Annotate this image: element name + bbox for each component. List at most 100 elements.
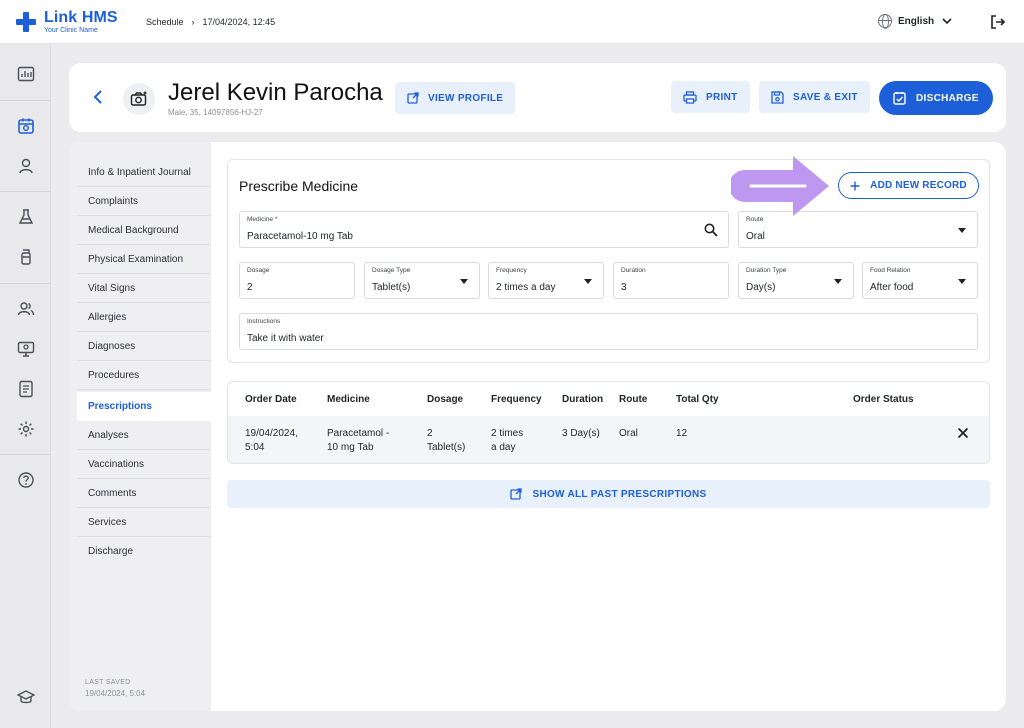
medicine-field[interactable]: Medicine * Paracetamol-10 mg Tab: [239, 211, 729, 248]
route-value: Oral: [746, 231, 765, 242]
main-panel: Info & Inpatient Journal Complaints Medi…: [69, 142, 1006, 711]
nav-services[interactable]: Services: [77, 508, 211, 537]
dosage-type-value: Tablet(s): [372, 282, 411, 293]
food-relation-select[interactable]: Food Relation After food: [862, 262, 978, 299]
nav-physical-examination[interactable]: Physical Examination: [77, 245, 211, 274]
orders-table: Order Date Medicine Dosage Frequency Dur…: [227, 381, 990, 464]
close-icon: [957, 427, 969, 439]
back-button[interactable]: [91, 89, 105, 110]
food-relation-value: After food: [870, 282, 914, 293]
breadcrumb-separator: ›: [191, 17, 195, 27]
nav-analyses[interactable]: Analyses: [77, 421, 211, 450]
last-saved-label: LAST SAVED: [85, 679, 131, 686]
bottle-icon: [20, 249, 31, 265]
dosage-type-label: Dosage Type: [372, 267, 411, 274]
patient-name: Jerel Kevin Parocha: [168, 79, 383, 106]
save-icon: [771, 90, 784, 104]
duration-type-select[interactable]: Duration Type Day(s): [738, 262, 854, 299]
discharge-button[interactable]: DISCHARGE: [879, 81, 993, 115]
frequency-label: Frequency: [496, 267, 527, 274]
add-new-record-label: ADD NEW RECORD: [870, 180, 967, 191]
calendar-icon: [17, 118, 34, 134]
camera-plus-icon: [130, 91, 147, 106]
section-nav: Info & Inpatient Journal Complaints Medi…: [69, 142, 211, 711]
nav-comments[interactable]: Comments: [77, 479, 211, 508]
duration-value: 3: [621, 282, 627, 293]
last-saved-value: 19/04/2024, 5:04: [85, 689, 146, 698]
view-profile-button[interactable]: VIEW PROFILE: [395, 82, 516, 114]
nav-vaccinations[interactable]: Vaccinations: [77, 450, 211, 479]
view-profile-label: VIEW PROFILE: [428, 92, 504, 104]
nav-info-journal[interactable]: Info & Inpatient Journal: [77, 158, 211, 187]
highlight-arrow-icon: [731, 156, 829, 216]
patient-photo-button[interactable]: [123, 83, 155, 115]
search-icon[interactable]: [704, 223, 718, 237]
external-link-icon: [407, 92, 419, 104]
rail-reports[interactable]: [0, 375, 51, 403]
flask-icon: [18, 209, 33, 224]
rail-monitor[interactable]: [0, 335, 51, 363]
language-selector[interactable]: English: [878, 14, 954, 29]
cell-dosage: 2 Tablet(s): [427, 428, 466, 453]
cell-order-date: 19/04/2024, 5:04: [245, 428, 298, 453]
col-order-date: Order Date: [245, 394, 297, 405]
dashboard-icon: [17, 66, 34, 82]
show-all-label: SHOW ALL PAST PRESCRIPTIONS: [532, 488, 707, 500]
medicine-value: Paracetamol-10 mg Tab: [247, 231, 353, 242]
rail-patients[interactable]: [0, 152, 51, 180]
dosage-field[interactable]: Dosage 2: [239, 262, 355, 299]
col-frequency: Frequency: [491, 394, 542, 405]
settings-icon: [18, 421, 33, 437]
col-dosage: Dosage: [427, 394, 464, 405]
medicine-label: Medicine *: [247, 216, 278, 223]
instructions-field[interactable]: Instructions Take it with water: [239, 313, 978, 350]
printer-icon: [683, 90, 697, 104]
logout-icon: [991, 15, 1006, 29]
rail-lab[interactable]: [0, 203, 51, 231]
nav-procedures[interactable]: Procedures: [77, 361, 211, 390]
rail-pharmacy[interactable]: [0, 243, 51, 271]
caret-down-icon: [834, 279, 842, 284]
duration-field[interactable]: Duration 3: [613, 262, 729, 299]
rail-academy[interactable]: [16, 690, 36, 711]
team-icon: [17, 302, 34, 316]
print-button[interactable]: PRINT: [671, 81, 750, 113]
app-logo[interactable]: Link HMS Your Clinic Name: [16, 10, 118, 34]
cell-frequency: 2 times a day: [491, 428, 524, 453]
rail-dashboard[interactable]: [0, 60, 51, 88]
discharge-label: DISCHARGE: [916, 92, 979, 104]
frequency-select[interactable]: Frequency 2 times a day: [488, 262, 604, 299]
save-exit-label: SAVE & EXIT: [793, 91, 858, 103]
app-name: Link HMS: [44, 9, 118, 26]
food-relation-label: Food Relation: [870, 267, 911, 274]
nav-prescriptions[interactable]: Prescriptions: [77, 392, 211, 421]
rail-settings[interactable]: [0, 415, 51, 443]
logout-button[interactable]: [990, 14, 1006, 35]
rail-help[interactable]: [0, 466, 51, 494]
add-new-record-button[interactable]: ADD NEW RECORD: [838, 172, 979, 199]
nav-medical-background[interactable]: Medical Background: [77, 216, 211, 245]
globe-icon: [878, 14, 892, 29]
nav-complaints[interactable]: Complaints: [77, 187, 211, 216]
remove-row-button[interactable]: [957, 426, 969, 444]
nav-vital-signs[interactable]: Vital Signs: [77, 274, 211, 303]
nav-discharge[interactable]: Discharge: [77, 537, 211, 566]
dosage-type-select[interactable]: Dosage Type Tablet(s): [364, 262, 480, 299]
prescribe-title: Prescribe Medicine: [239, 178, 359, 194]
cell-duration: 3 Day(s): [562, 428, 600, 439]
nav-diagnoses[interactable]: Diagnoses: [77, 332, 211, 361]
col-medicine: Medicine: [327, 394, 370, 405]
show-all-past-prescriptions-button[interactable]: SHOW ALL PAST PRESCRIPTIONS: [227, 480, 990, 508]
save-exit-button[interactable]: SAVE & EXIT: [759, 81, 870, 113]
rail-calendar[interactable]: [0, 112, 51, 140]
rail-staff[interactable]: [0, 295, 51, 323]
nav-allergies[interactable]: Allergies: [77, 303, 211, 332]
col-order-status: Order Status: [853, 394, 914, 405]
cell-medicine: Paracetamol -10 mg Tab: [327, 428, 390, 453]
icon-rail: [0, 44, 51, 728]
chevron-down-icon: [942, 18, 952, 25]
breadcrumb-schedule[interactable]: Schedule: [146, 17, 184, 27]
report-icon: [18, 380, 33, 398]
instructions-value: Take it with water: [247, 333, 324, 344]
chevron-left-icon: [93, 90, 102, 104]
